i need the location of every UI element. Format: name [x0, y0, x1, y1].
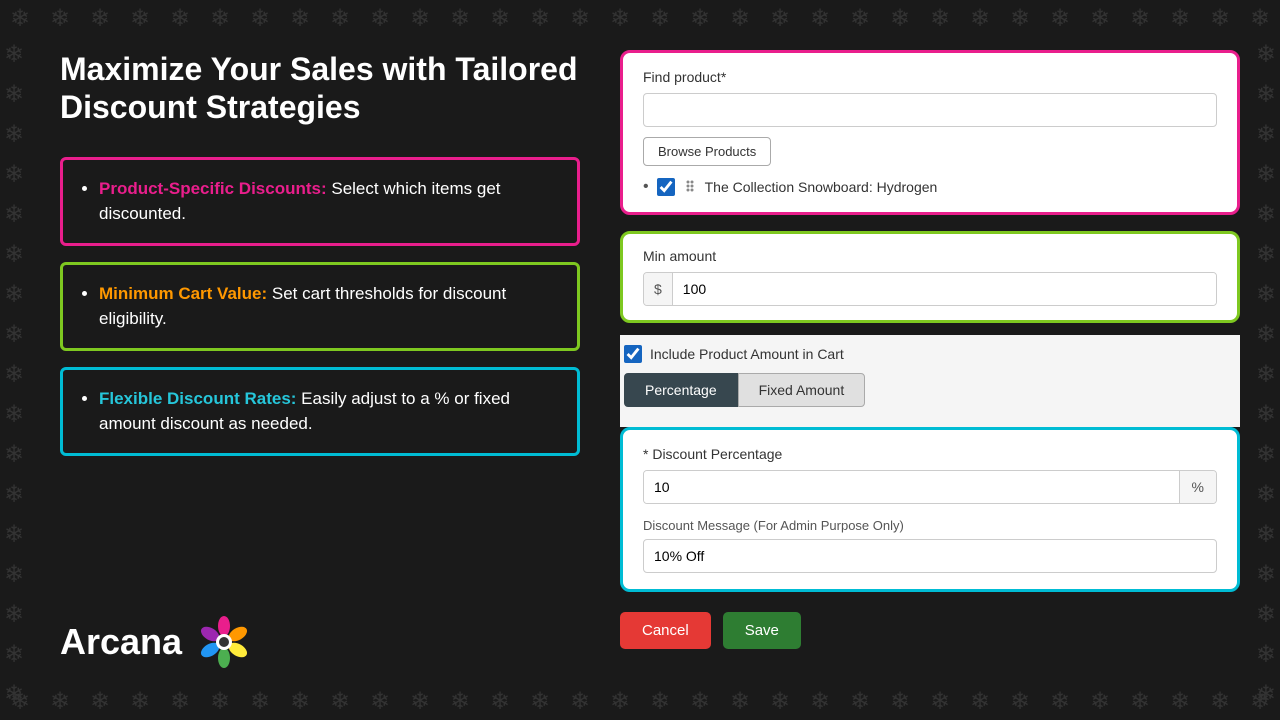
- min-amount-input[interactable]: [673, 273, 1216, 305]
- feature-list: Product-Specific Discounts: Select which…: [60, 157, 580, 456]
- product-checkbox[interactable]: [657, 178, 675, 196]
- feature-item-cart: Minimum Cart Value: Set cart thresholds …: [99, 281, 557, 332]
- discount-section: * Discount Percentage % Discount Message…: [620, 427, 1240, 592]
- currency-prefix: $: [644, 273, 673, 305]
- discount-percentage-input[interactable]: [644, 471, 1179, 503]
- min-amount-label: Min amount: [643, 248, 1217, 264]
- percentage-input-wrapper: %: [643, 470, 1217, 504]
- amount-input-wrapper: $: [643, 272, 1217, 306]
- include-product-checkbox[interactable]: [624, 345, 642, 363]
- bullet-dot: •: [643, 178, 649, 196]
- product-item: • The Collection Snowboard: Hydrogen: [643, 178, 1217, 196]
- include-product-label: Include Product Amount in Cart: [650, 346, 844, 362]
- logo-text: Arcana: [60, 621, 182, 663]
- left-panel: Maximize Your Sales with Tailored Discou…: [60, 40, 580, 680]
- page-headline: Maximize Your Sales with Tailored Discou…: [60, 50, 580, 127]
- percentage-suffix: %: [1179, 471, 1216, 503]
- feature-item-product: Product-Specific Discounts: Select which…: [99, 176, 557, 227]
- logo-area: Arcana: [60, 614, 580, 670]
- find-product-section: Find product* Browse Products •: [620, 50, 1240, 215]
- discount-message-label: Discount Message (For Admin Purpose Only…: [643, 518, 1217, 533]
- drag-handle-icon[interactable]: [685, 180, 695, 194]
- feature-box-flexible-rates: Flexible Discount Rates: Easily adjust t…: [60, 367, 580, 456]
- feature-box-min-cart: Minimum Cart Value: Set cart thresholds …: [60, 262, 580, 351]
- discount-percentage-label: * Discount Percentage: [643, 446, 1217, 462]
- percentage-toggle-button[interactable]: Percentage: [624, 373, 738, 407]
- feature-label-product: Product-Specific Discounts:: [99, 179, 327, 198]
- browse-products-button[interactable]: Browse Products: [643, 137, 771, 166]
- find-product-label: Find product*: [643, 69, 1217, 85]
- fixed-amount-toggle-button[interactable]: Fixed Amount: [738, 373, 866, 407]
- product-name: The Collection Snowboard: Hydrogen: [705, 179, 938, 195]
- discount-type-toggle: Percentage Fixed Amount: [624, 373, 1236, 407]
- right-panel: Find product* Browse Products •: [620, 40, 1240, 680]
- cancel-button[interactable]: Cancel: [620, 612, 711, 649]
- min-amount-section: Min amount $: [620, 231, 1240, 323]
- feature-box-product-discounts: Product-Specific Discounts: Select which…: [60, 157, 580, 246]
- save-button[interactable]: Save: [723, 612, 801, 649]
- options-row: Include Product Amount in Cart Percentag…: [620, 335, 1240, 427]
- logo-icon: [196, 614, 252, 670]
- action-buttons-row: Cancel Save: [620, 612, 1240, 649]
- feature-item-flexible: Flexible Discount Rates: Easily adjust t…: [99, 386, 557, 437]
- include-product-checkbox-row: Include Product Amount in Cart: [624, 345, 1236, 363]
- feature-label-flexible: Flexible Discount Rates:: [99, 389, 296, 408]
- discount-message-input[interactable]: [643, 539, 1217, 573]
- find-product-input[interactable]: [643, 93, 1217, 127]
- feature-label-cart: Minimum Cart Value:: [99, 284, 267, 303]
